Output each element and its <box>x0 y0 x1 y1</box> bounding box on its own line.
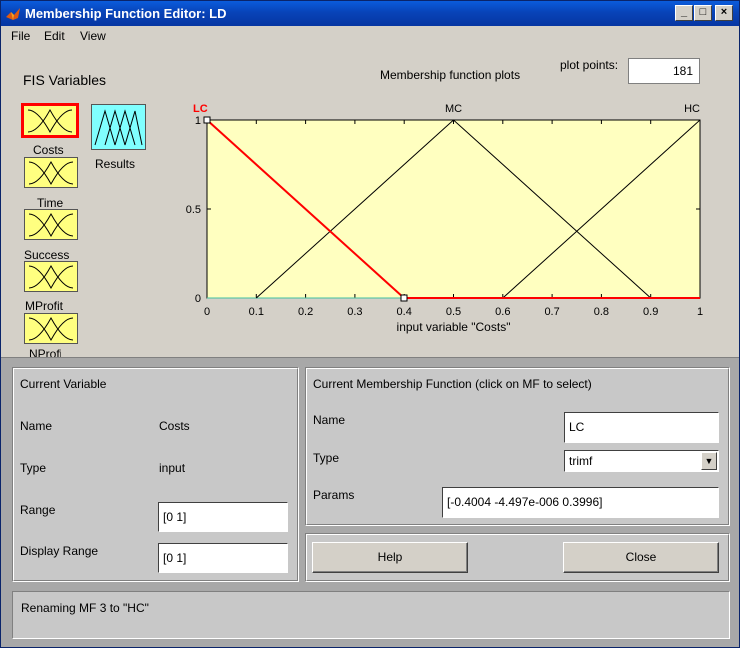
mf-vertex-handle[interactable] <box>400 294 408 302</box>
mf-type-select[interactable]: trimf ▼ <box>564 450 719 472</box>
buttons-panel: Help Close <box>305 533 730 582</box>
plot-axes-area[interactable] <box>206 119 701 299</box>
variable-type-label: Type <box>20 461 47 475</box>
menu-bar: File Edit View <box>1 26 739 46</box>
range-input[interactable]: [0 1] <box>158 502 288 532</box>
mf-vertex-handle[interactable] <box>203 116 211 124</box>
matlab-app-icon <box>6 8 20 20</box>
mf-name-label: Name <box>313 413 346 427</box>
mf-name-input[interactable]: LC <box>564 412 719 443</box>
fis-input-costs-icon[interactable] <box>21 103 79 138</box>
mf-params-label: Params <box>313 488 355 502</box>
fis-input-success-icon[interactable] <box>24 209 78 240</box>
help-button[interactable]: Help <box>312 542 468 573</box>
window-title: Membership Function Editor: LD <box>25 6 227 21</box>
x-axis-label: input variable "Costs" <box>397 320 511 334</box>
mf-type-value: trimf <box>569 454 593 468</box>
x-tick-label: 0.1 <box>249 306 264 318</box>
mf-type-label: Type <box>313 451 340 465</box>
display-range-input[interactable]: [0 1] <box>158 543 288 573</box>
mf-label-lc[interactable]: LC <box>193 103 208 115</box>
mf-editor-window: Membership Function Editor: LD _ □ × Fil… <box>0 0 740 648</box>
x-tick-label: 0.5 <box>446 306 461 318</box>
x-tick-label: 0.7 <box>544 306 559 318</box>
maximize-button[interactable]: □ <box>694 5 712 21</box>
mf-label-mc[interactable]: MC <box>445 103 462 115</box>
fis-output-results-icon[interactable] <box>91 104 146 150</box>
x-tick-label: 1 <box>697 306 703 318</box>
dropdown-arrow-icon[interactable]: ▼ <box>701 452 717 470</box>
menu-view[interactable]: View <box>80 29 106 43</box>
mf-label-hc[interactable]: HC <box>684 103 700 115</box>
y-tick-label: 0 <box>195 293 201 305</box>
fis-input-label: Time <box>37 196 64 210</box>
fis-variables-title: FIS Variables <box>23 72 106 88</box>
variable-type-value: input <box>159 461 186 475</box>
status-text: Renaming MF 3 to "HC" <box>21 601 149 615</box>
membership-function-plot[interactable]: 0 0.1 0.2 0.3 0.4 0.5 0.6 0.7 0.8 0.9 1 0 0.5 1 input … <box>181 94 721 356</box>
current-variable-title: Current Variable <box>20 377 107 391</box>
range-label: Range <box>20 503 56 517</box>
x-tick-label: 0.2 <box>298 306 313 318</box>
current-mf-title: Current Membership Function (click on MF… <box>313 377 592 391</box>
fis-output-label: Results <box>95 157 136 171</box>
x-tick-label: 0.3 <box>347 306 362 318</box>
plot-points-label: plot points: <box>560 58 619 72</box>
upper-area: FIS Variables Costs Time Success MProfit… <box>1 46 739 357</box>
current-variable-panel: Current Variable Name Costs Type input R… <box>12 367 299 582</box>
fis-input-label: MProfit <box>25 299 64 313</box>
close-button[interactable]: Close <box>563 542 719 573</box>
x-tick-label: 0.8 <box>594 306 609 318</box>
close-window-button[interactable]: × <box>715 5 733 21</box>
status-panel: Renaming MF 3 to "HC" <box>12 591 730 639</box>
plot-title: Membership function plots <box>380 68 521 82</box>
fis-input-time-icon[interactable] <box>24 157 78 188</box>
x-tick-label: 0.9 <box>643 306 658 318</box>
menu-edit[interactable]: Edit <box>44 29 65 43</box>
menu-file[interactable]: File <box>11 29 30 43</box>
x-tick-label: 0 <box>204 306 210 318</box>
y-tick-label: 1 <box>195 115 201 127</box>
fis-input-label: Success <box>24 248 70 262</box>
display-range-label: Display Range <box>20 544 99 558</box>
title-bar[interactable]: Membership Function Editor: LD _ □ × <box>1 1 739 26</box>
fis-input-label: Costs <box>33 143 64 157</box>
variable-name-label: Name <box>20 419 53 433</box>
y-tick-label: 0.5 <box>186 204 201 216</box>
variable-name-value: Costs <box>159 419 190 433</box>
minimize-button[interactable]: _ <box>675 5 693 21</box>
plot-points-input[interactable]: 181 <box>628 58 700 84</box>
x-tick-label: 0.6 <box>495 306 510 318</box>
fis-input-mprofit-icon[interactable] <box>24 261 78 292</box>
fis-input-nprofit-icon[interactable] <box>24 313 78 344</box>
x-tick-label: 0.4 <box>397 306 412 318</box>
mf-params-input[interactable]: [-0.4004 -4.497e-006 0.3996] <box>442 487 719 518</box>
fis-input-label: NProfit <box>29 347 61 357</box>
current-mf-panel: Current Membership Function (click on MF… <box>305 367 730 526</box>
